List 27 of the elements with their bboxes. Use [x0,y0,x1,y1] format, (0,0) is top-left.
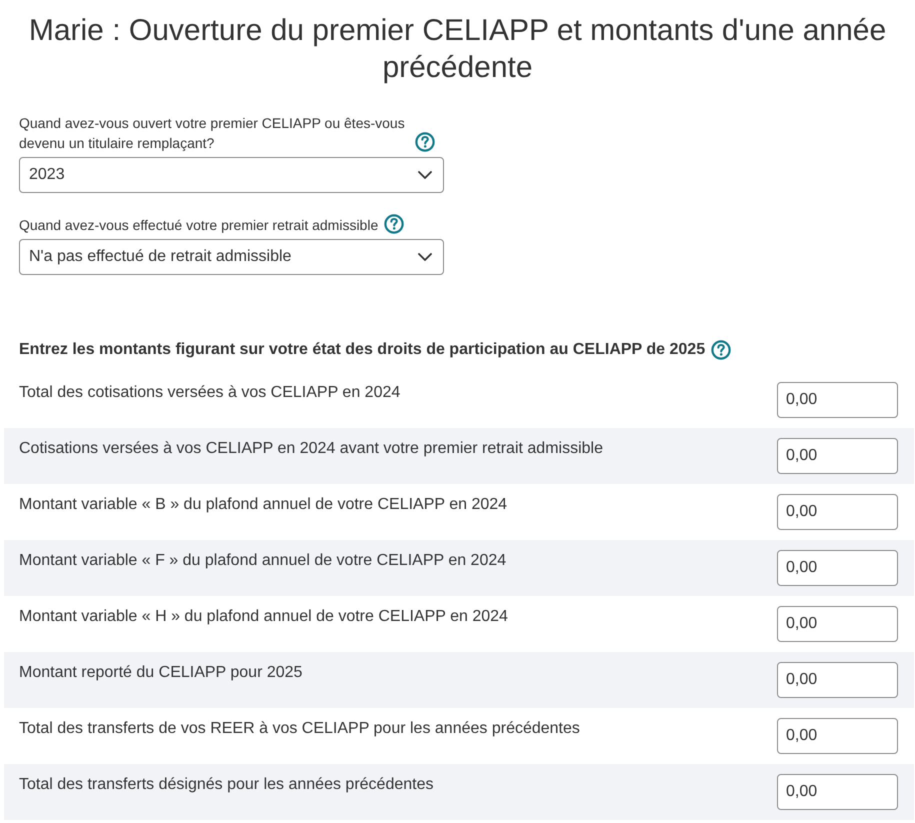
chevron-down-icon [418,171,432,179]
question-label: Quand avez-vous effectué votre premier retrait admissible [19,216,378,235]
amount-input[interactable]: 0,00 [777,550,898,586]
amount-label: Montant variable « B » du plafond annuel de votre CELIAPP en 2024 [19,495,508,515]
amount-label: Cotisations versées à vos CELIAPP en 2024 avant votre premier retrait admissible [19,439,603,459]
amount-label: Montant reporté du CELIAPP pour 2025 [19,663,302,683]
amount-input[interactable]: 0,00 [777,382,898,418]
page-title: Marie : Ouverture du premier CELIAPP et montants d'une année précédente [28,13,888,86]
chevron-down-icon [418,253,432,261]
amount-input[interactable]: 0,00 [777,494,898,530]
amount-input[interactable]: 0,00 [777,662,898,698]
amount-input[interactable]: 0,00 [777,438,898,474]
question-label: Quand avez-vous ouvert votre premier CELIAPP ou êtes-vous devenu un titulaire remplaçant? [19,114,406,153]
help-icon[interactable] [711,340,732,360]
amount-input[interactable]: 0,00 [777,718,898,754]
dropdown[interactable]: 2023 [19,157,444,193]
dropdown[interactable]: N'a pas effectué de retrait admissible [19,239,444,275]
help-icon[interactable] [384,214,404,234]
amount-input[interactable]: 0,00 [777,606,898,642]
amount-label: Total des cotisations versées à vos CELIAPP en 2024 [19,383,400,403]
section-heading: Entrez les montants figurant sur votre état des droits de participation au CELIAPP de 2025 [19,340,706,360]
amount-label: Montant variable « H » du plafond annuel de votre CELIAPP en 2024 [19,607,508,627]
amount-label: Montant variable « F » du plafond annuel de votre CELIAPP en 2024 [19,551,506,571]
amount-label: Total des transferts désignés pour les années précédentes [19,775,434,795]
amount-input[interactable]: 0,00 [777,774,898,810]
help-icon[interactable] [415,132,435,152]
amount-label: Total des transferts de vos REER à vos CELIAPP pour les années précédentes [19,719,580,739]
